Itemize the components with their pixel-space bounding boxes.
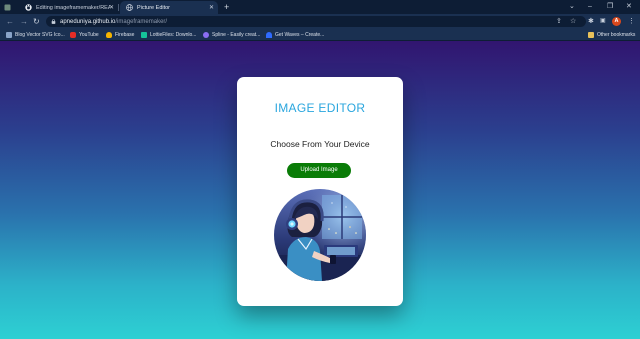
- back-button[interactable]: ←: [6, 16, 14, 27]
- tab-strip: Editing imageframemaker/README ✕ Picture…: [0, 0, 640, 14]
- lottiefiles-icon: [141, 32, 147, 38]
- bookmark-favicon-icon: [6, 32, 12, 38]
- anime-illustration-image: [274, 189, 366, 281]
- bookmark-item[interactable]: Blog Vector SVG Ico...: [6, 31, 65, 39]
- image-preview: [274, 189, 366, 281]
- tab-picture-editor[interactable]: Picture Editor ✕: [120, 1, 218, 14]
- bookmark-item[interactable]: Firebase: [106, 31, 134, 39]
- bookmark-label: Firebase: [115, 32, 135, 38]
- minimize-button[interactable]: –: [588, 2, 592, 11]
- tab-group-icon-glyph: [4, 4, 11, 11]
- globe-icon: [126, 4, 133, 11]
- menu-icon[interactable]: ⋮: [628, 17, 635, 26]
- profile-avatar[interactable]: A: [612, 17, 621, 26]
- tab-group-icon[interactable]: [4, 1, 16, 14]
- other-bookmarks[interactable]: Other bookmarks: [588, 31, 635, 39]
- firebase-icon: [106, 32, 112, 38]
- bookmark-item[interactable]: YouTube: [70, 31, 99, 39]
- browser-toolbar: ← → ↻ apneduniya.github.io/imageframemak…: [0, 14, 640, 29]
- new-tab-button[interactable]: +: [224, 1, 229, 13]
- bookmark-item[interactable]: Get Waves – Create...: [266, 31, 324, 39]
- folder-icon: [588, 32, 594, 38]
- tab-title: Editing imageframemaker/README: [36, 4, 110, 11]
- page-background: IMAGE EDITOR Choose From Your Device Upl…: [0, 41, 640, 339]
- close-window-button[interactable]: ✕: [626, 2, 632, 11]
- tab-search-icon[interactable]: ⌄: [569, 2, 575, 11]
- bookmark-label: Get Waves – Create...: [275, 32, 325, 38]
- github-icon: [25, 4, 32, 11]
- bookmark-item[interactable]: Spline - Easily creat...: [203, 31, 260, 39]
- spline-icon: [203, 32, 209, 38]
- tab-github[interactable]: Editing imageframemaker/README ✕: [22, 1, 118, 14]
- bookmark-star-icon[interactable]: ☆: [570, 18, 576, 26]
- bookmark-label: Other bookmarks: [597, 32, 636, 38]
- bookmark-label: LottieFiles: Downlo...: [150, 32, 197, 38]
- waves-icon: [266, 32, 272, 38]
- maximize-button[interactable]: ❐: [607, 2, 613, 11]
- upload-image-button[interactable]: Upload Image: [287, 163, 351, 178]
- url-path: /imageframemaker/: [115, 18, 168, 25]
- bookmarks-bar: Blog Vector SVG Ico... YouTube Firebase …: [0, 29, 640, 41]
- editor-card: IMAGE EDITOR Choose From Your Device Upl…: [237, 77, 403, 306]
- share-icon[interactable]: ⇪: [556, 18, 562, 26]
- url-text[interactable]: apneduniya.github.io/imageframemaker/: [60, 18, 167, 26]
- reload-button[interactable]: ↻: [33, 16, 40, 27]
- choose-device-label: Choose From Your Device: [270, 139, 370, 149]
- tab-close-icon[interactable]: ✕: [209, 4, 214, 11]
- youtube-icon: [70, 32, 76, 38]
- lock-icon[interactable]: [51, 19, 56, 24]
- extensions-icon[interactable]: ✱: [588, 17, 594, 26]
- side-panel-icon[interactable]: ▣: [600, 17, 606, 26]
- tab-title: Picture Editor: [137, 4, 171, 11]
- tab-divider: [118, 4, 119, 11]
- bookmark-label: YouTube: [79, 32, 99, 38]
- bookmark-label: Spline - Easily creat...: [212, 32, 261, 38]
- address-bar[interactable]: apneduniya.github.io/imageframemaker/ ⇪ …: [46, 16, 586, 27]
- tab-close-icon[interactable]: ✕: [109, 4, 114, 11]
- bookmark-label: Blog Vector SVG Ico...: [15, 32, 65, 38]
- url-host: apneduniya.github.io: [60, 18, 116, 25]
- forward-button[interactable]: →: [20, 16, 28, 27]
- bookmark-item[interactable]: LottieFiles: Downlo...: [141, 31, 196, 39]
- page-title: IMAGE EDITOR: [274, 101, 366, 115]
